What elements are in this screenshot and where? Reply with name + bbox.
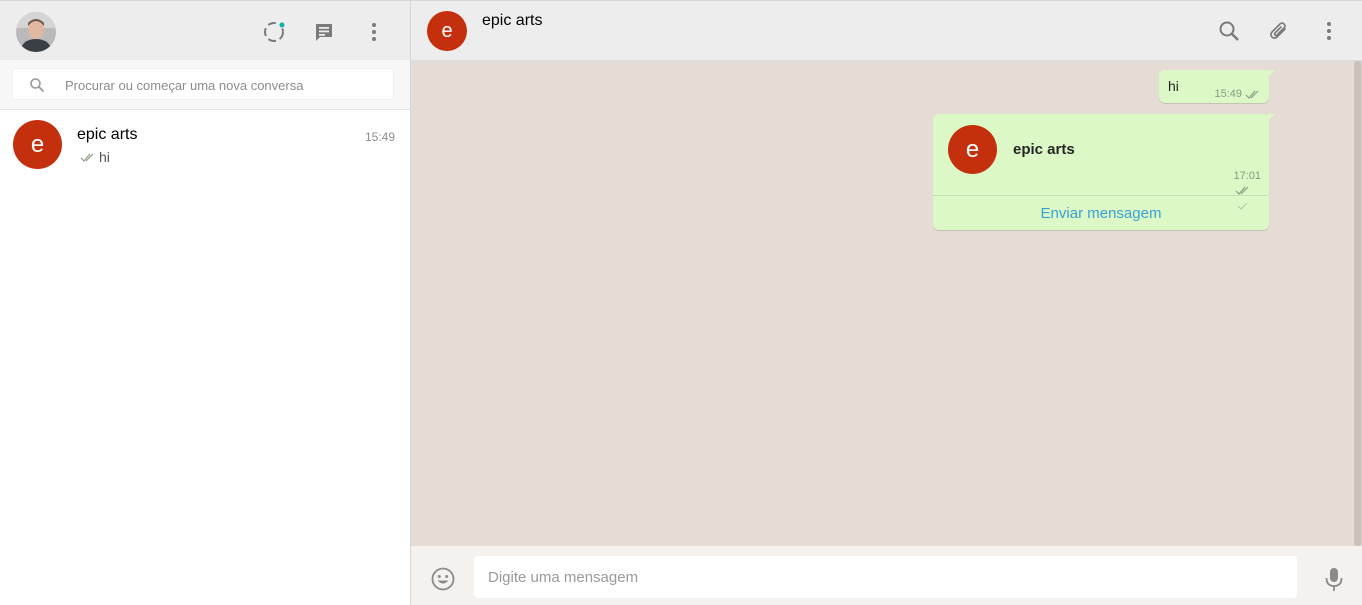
emoji-icon[interactable] (430, 566, 456, 592)
mic-icon[interactable] (1323, 566, 1345, 594)
double-check-icon (80, 153, 94, 162)
message-text: hi (1168, 78, 1179, 94)
attach-icon[interactable] (1265, 17, 1293, 45)
chat-list-item[interactable]: e epic arts 15:49 hi (0, 110, 410, 178)
bubble-tail (1267, 114, 1275, 122)
contact-card-avatar: e (948, 125, 997, 174)
chat-list: e epic arts 15:49 hi (0, 110, 410, 178)
message-meta: 15:49 (1214, 88, 1261, 100)
menu-icon[interactable] (360, 18, 388, 46)
chat-avatar: e (13, 120, 62, 169)
send-message-button[interactable]: Enviar mensagem (933, 196, 1269, 230)
sidebar-header (0, 0, 410, 60)
check-icon (1237, 202, 1248, 210)
my-profile-avatar[interactable] (16, 12, 56, 52)
whatsapp-web-app: e epic arts 15:49 hi e epic arts (0, 0, 1362, 605)
message-area[interactable]: hi 15:49 e epic arts 17:01 Enviar mensag… (411, 61, 1362, 546)
scroll-thumb[interactable] (1355, 61, 1361, 546)
search-messages-icon[interactable] (1215, 17, 1243, 45)
search-bar (0, 60, 410, 110)
message-composer (411, 546, 1362, 605)
bubble-tail (1267, 70, 1275, 78)
search-box (12, 68, 394, 101)
chat-preview-text: hi (99, 149, 110, 165)
conversation-menu-icon[interactable] (1315, 17, 1343, 45)
status-icon[interactable] (260, 18, 288, 46)
contact-avatar[interactable]: e (427, 11, 467, 51)
profile-photo (16, 12, 56, 52)
message-time: 15:49 (1214, 88, 1242, 100)
message-input-box (474, 556, 1297, 598)
chat-time: 15:49 (364, 130, 395, 144)
contact-card-message[interactable]: e epic arts 17:01 Enviar mensagem (933, 114, 1275, 230)
contact-card-name: epic arts (1013, 141, 1075, 158)
conversation-header: e epic arts (411, 0, 1362, 61)
search-icon (30, 78, 45, 93)
new-chat-icon[interactable] (310, 18, 338, 46)
chat-preview: hi (80, 149, 110, 165)
outgoing-message[interactable]: hi 15:49 (1159, 70, 1275, 103)
chat-name: epic arts (77, 126, 138, 143)
scrollbar[interactable] (1354, 61, 1362, 546)
double-check-icon (1245, 90, 1259, 99)
message-input[interactable] (488, 556, 1278, 598)
sidebar: e epic arts 15:49 hi (0, 0, 410, 605)
contact-name[interactable]: epic arts (482, 12, 542, 30)
message-time: 17:01 (1233, 170, 1261, 182)
search-input[interactable] (65, 69, 385, 101)
conversation-pane: e epic arts hi 15:49 e epic arts 17:01 E… (411, 0, 1362, 605)
